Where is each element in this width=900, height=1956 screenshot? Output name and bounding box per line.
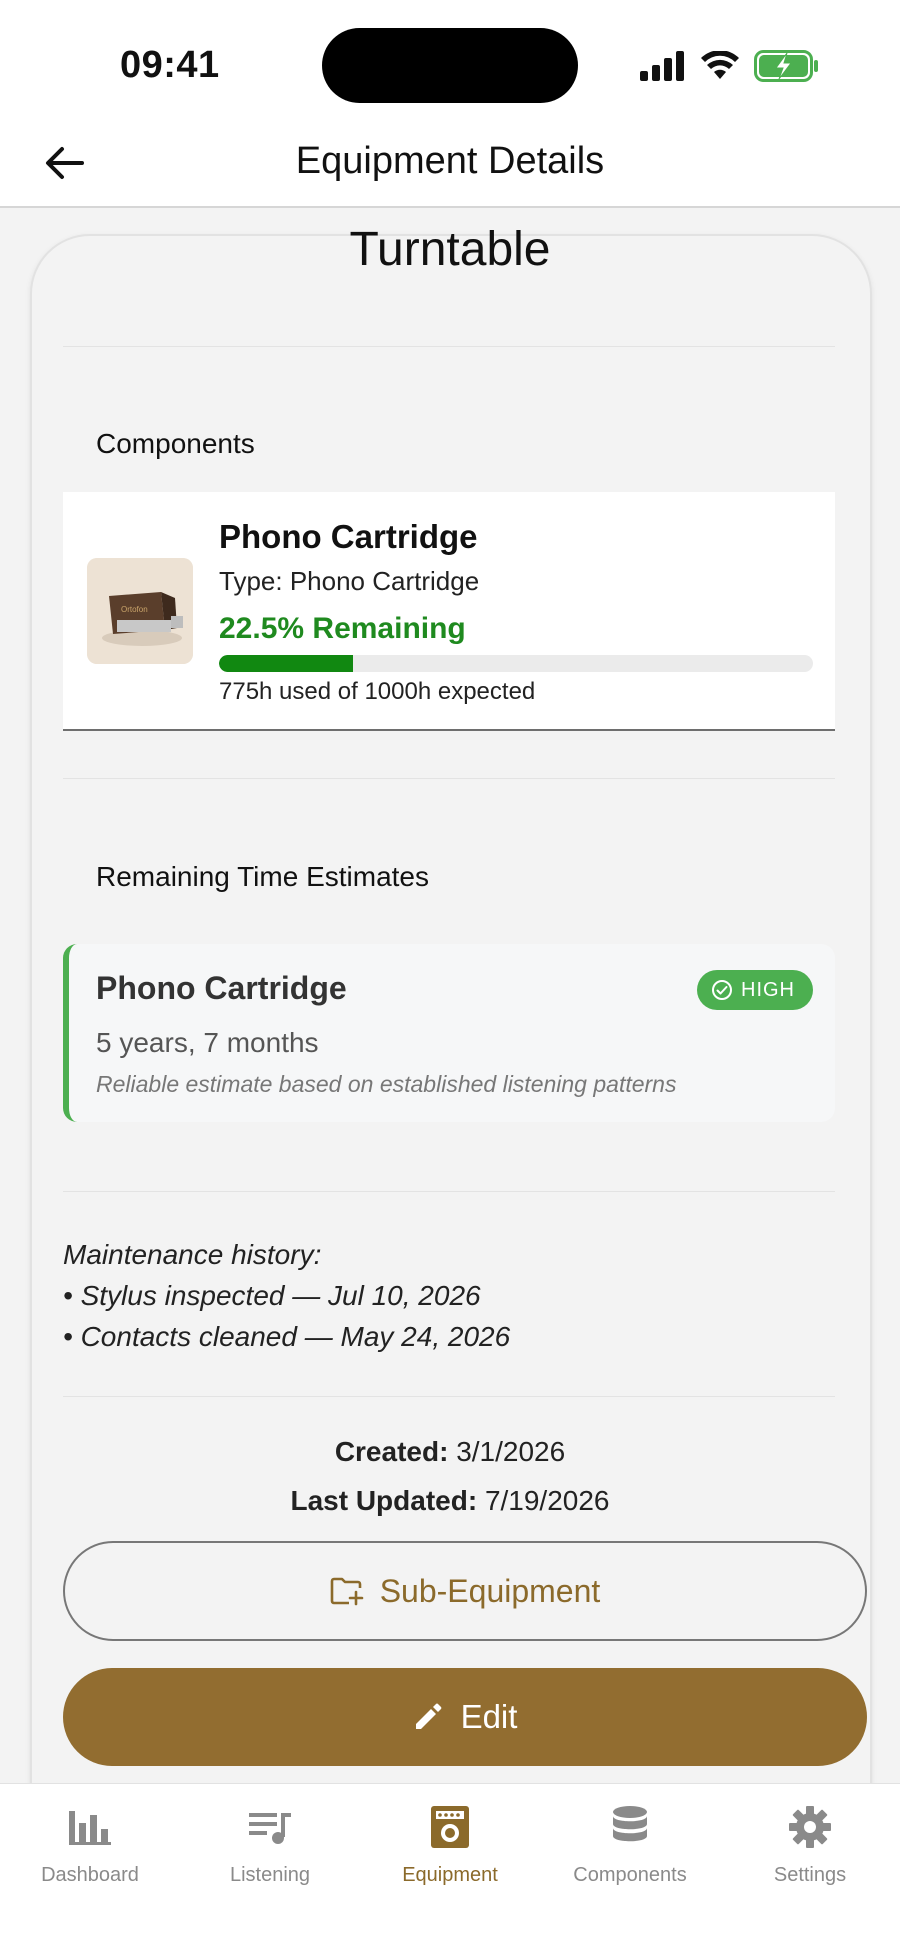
edit-label: Edit [460,1698,518,1735]
status-icons [640,48,820,84]
maintenance-entry: • Stylus inspected — Jul 10, 2026 [63,1280,481,1311]
confidence-label: HIGH [741,978,795,1001]
component-thumbnail: Ortofon [87,558,193,664]
divider [63,778,835,779]
cartridge-brand-text: Ortofon [121,605,148,614]
lifespan-progress-bar [219,655,813,672]
divider [63,1191,835,1192]
tab-listening[interactable]: Listening [180,1802,360,1887]
lifespan-progress-fill [219,655,353,672]
confidence-badge: HIGH [697,970,813,1010]
database-icon [613,1806,647,1842]
pencil-icon [415,1703,441,1729]
component-remaining: 22.5% Remaining [219,612,466,645]
gear-icon [789,1806,831,1848]
status-time: 09:41 [120,44,220,86]
component-row[interactable]: Ortofon Phono Cartridge Type: Phono Cart… [63,492,835,731]
status-bar: 09:41 [0,0,900,118]
created-date: Created: 3/1/2026 [0,1436,900,1468]
created-value: 3/1/2026 [456,1436,566,1467]
divider [63,1396,835,1397]
estimate-duration: 5 years, 7 months [96,1027,319,1058]
tab-dashboard[interactable]: Dashboard [0,1802,180,1887]
updated-date: Last Updated: 7/19/2026 [0,1485,900,1517]
maintenance-title: Maintenance history: [63,1239,322,1270]
updated-value: 7/19/2026 [484,1485,610,1516]
check-circle-icon [712,980,732,1000]
estimate-component-name: Phono Cartridge [96,970,347,1006]
dynamic-island [322,28,578,103]
bar-chart-icon [69,1811,111,1845]
tab-equipment[interactable]: Equipment [360,1802,540,1887]
component-name: Phono Cartridge [219,518,478,555]
sub-equipment-button[interactable]: Sub-Equipment [63,1541,867,1641]
tab-label: Settings [773,1864,847,1886]
tab-label: Components [573,1864,687,1886]
equipment-name: Turntable [349,223,551,276]
component-usage: 775h used of 1000h expected [219,678,536,705]
tab-label: Equipment [402,1864,498,1886]
estimate-card: Phono Cartridge HIGH 5 years, 7 months R… [63,944,835,1122]
amplifier-icon [431,1806,469,1848]
signal-icon [640,51,684,81]
sub-equipment-label: Sub-Equipment [379,1572,601,1609]
component-type: Type: Phono Cartridge [219,566,480,596]
tab-settings[interactable]: Settings [720,1802,900,1887]
maintenance-history: Maintenance history: • Stylus inspected … [63,1234,510,1357]
tab-label: Listening [229,1864,311,1886]
updated-label: Last Updated: [290,1485,478,1516]
playlist-icon [249,1813,291,1844]
tab-components[interactable]: Components [540,1802,720,1887]
components-heading: Components [96,428,255,459]
created-label: Created: [334,1436,449,1467]
folder-add-icon [330,1577,364,1606]
estimate-note: Reliable estimate based on established l… [96,1071,677,1097]
edit-button[interactable]: Edit [63,1668,867,1766]
wifi-icon [701,51,739,79]
cartridge-image: Ortofon [87,558,193,664]
battery-charging-icon [754,50,818,82]
tab-bar: Dashboard Listening Equipment Components… [0,1783,900,1956]
tab-label: Dashboard [41,1864,139,1886]
estimates-heading: Remaining Time Estimates [96,861,430,892]
divider [63,346,835,347]
app-header: Equipment Details [0,118,900,208]
page-title: Equipment Details [295,140,605,182]
maintenance-entry: • Contacts cleaned — May 24, 2026 [63,1321,511,1352]
